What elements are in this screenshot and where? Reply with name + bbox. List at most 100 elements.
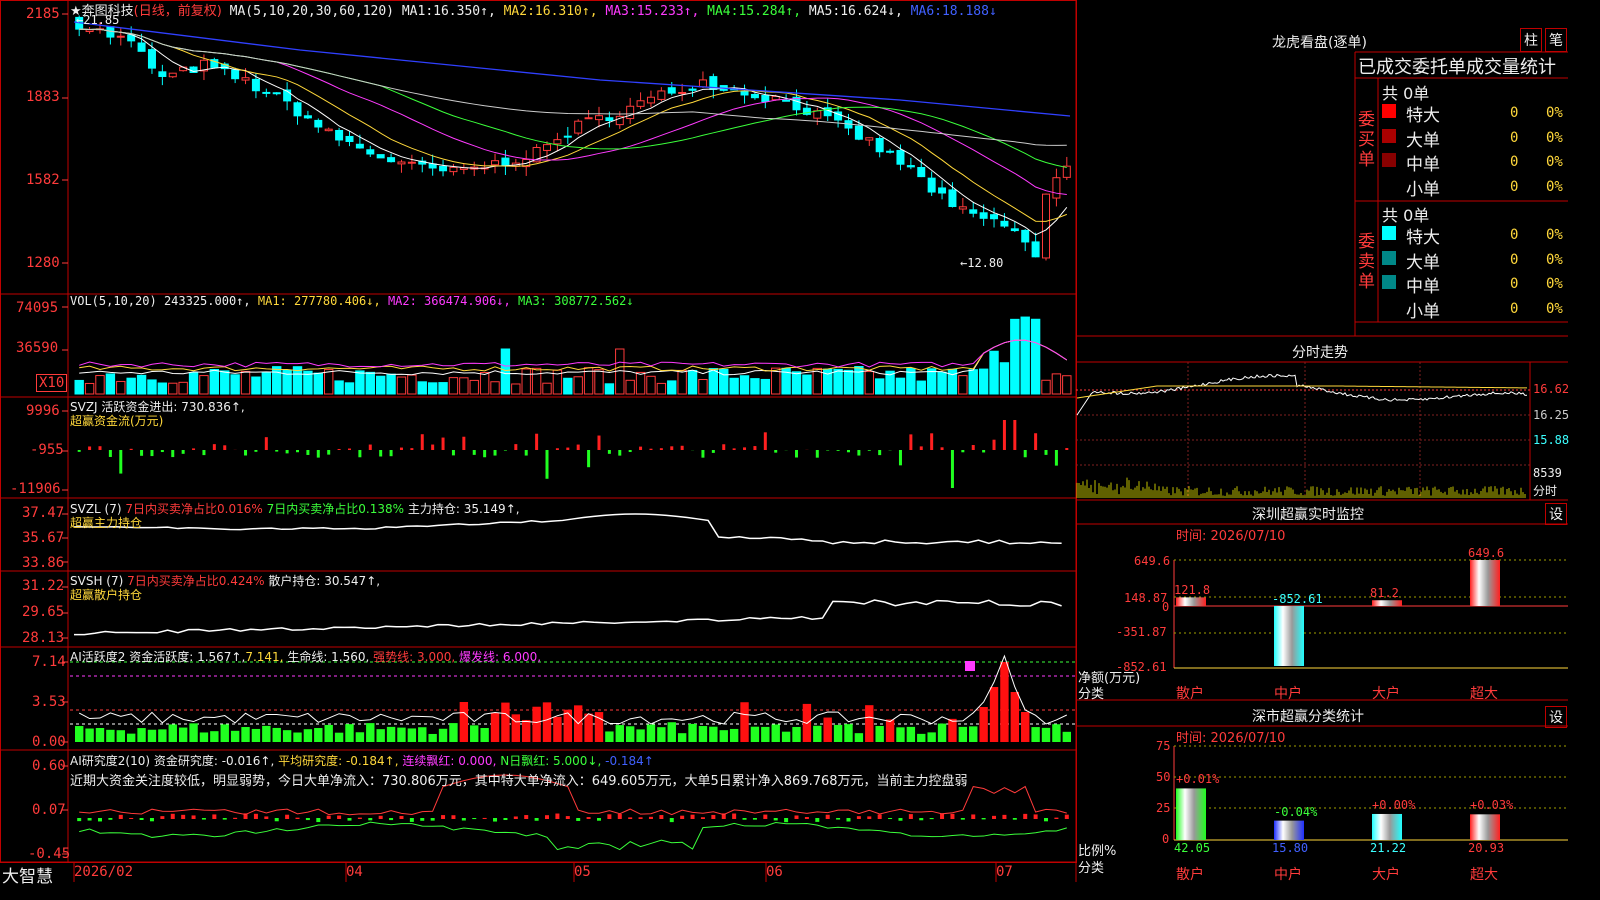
ai1-bar-55	[646, 724, 656, 742]
candle-body-85	[958, 206, 967, 210]
cls-cat-2: 大户	[1372, 867, 1400, 883]
buy-row-1-pct: 0%	[1546, 129, 1563, 146]
vol-bar-76	[864, 371, 874, 395]
ai2-bar-21	[295, 817, 300, 819]
cls-val-1: 15.80	[1272, 841, 1309, 855]
ai2-bar-87	[981, 818, 986, 820]
svzj-bar-13	[212, 444, 216, 450]
sell-side-label: 委卖单	[1358, 232, 1375, 292]
ai2-bar-23	[316, 818, 321, 823]
buy-row-1-swatch	[1382, 128, 1396, 143]
ma-line-4	[79, 28, 1067, 169]
ai1-label: AI活跃度2	[70, 650, 126, 664]
svzj-bar-63	[732, 448, 736, 450]
ai1-bar-15	[230, 730, 240, 742]
ai1-bar-33	[418, 727, 427, 742]
ai2-bar-30	[389, 818, 394, 821]
vol-bar-17	[251, 376, 261, 395]
candle-body-68	[782, 99, 791, 102]
ai2-bar-73	[836, 818, 841, 820]
ai1-bar-3	[106, 729, 115, 742]
ai2-bar-86	[971, 814, 976, 819]
mon-bar-1	[1274, 606, 1304, 666]
ai2-bar-63	[732, 813, 737, 819]
candle-body-89	[1000, 220, 1009, 227]
ai1-header: AI活跃度2 资金活跃度: 1.567↑,7.141, 生命线: 1.560, …	[70, 648, 541, 665]
chart-canvas	[0, 0, 1568, 882]
ai1-bar-22	[303, 729, 313, 742]
ai1-bar-67	[771, 724, 780, 742]
ai2-bar-0	[77, 818, 82, 822]
vol-bar-64	[739, 375, 750, 395]
buy-row-0-count: 0	[1510, 105, 1519, 121]
vol-bar-15	[230, 374, 240, 395]
ai1-bar-18	[262, 725, 271, 742]
fs-unit: 分时	[1533, 484, 1558, 498]
candle-body-83	[938, 187, 947, 194]
mon-xlabel: 分类	[1078, 687, 1105, 702]
ai1-bar-4	[116, 730, 125, 742]
ai1-bar-12	[199, 732, 209, 742]
candle-body-57	[667, 87, 676, 94]
cls-val-2: 21.22	[1370, 841, 1407, 855]
vol-bar-51	[604, 383, 615, 395]
cls-settings-button[interactable]: 设	[1545, 706, 1567, 728]
ma2-val: 16.310↑,	[534, 4, 598, 19]
ai1-bar-13	[210, 731, 219, 742]
ai2-a: 资金研究度: -0.016↑,	[153, 754, 275, 768]
tick-mode-button[interactable]: 笔	[1545, 28, 1567, 52]
sell-row-1-count: 0	[1510, 251, 1519, 268]
cls-tick-2: 25	[1156, 801, 1171, 815]
ai2-bar-80	[908, 814, 913, 819]
svzj-bar-24	[327, 450, 331, 455]
vol-bar-60	[698, 379, 708, 395]
svzj-bar-40	[493, 450, 497, 456]
svzj-bar-25	[337, 448, 341, 450]
ai2-tick-2: -0.45	[28, 846, 71, 862]
ai2-bar-55	[648, 816, 653, 819]
vol-bar-33	[417, 381, 427, 395]
mon-tick-0: 649.6	[1134, 554, 1171, 568]
ai2-bar-39	[482, 817, 487, 819]
svzj-bar-16	[244, 450, 248, 456]
vol-bar-92	[1030, 318, 1041, 395]
svzl-sub: 超赢主力持仓	[70, 516, 143, 530]
ai2-bar-14	[222, 818, 227, 820]
mon-time: 时间: 2026/07/10	[1176, 529, 1286, 544]
svzj-bar-41	[503, 450, 507, 451]
bar-mode-button[interactable]: 柱	[1520, 28, 1542, 52]
buy-side-label: 委买单	[1358, 110, 1375, 170]
ma-line-1	[79, 28, 1068, 236]
candle-body-71	[813, 110, 822, 119]
svzj-bar-85	[961, 450, 965, 453]
ai1-bar-84	[948, 718, 957, 742]
ai2-bar-94	[1054, 817, 1059, 819]
candle-body-26	[345, 135, 354, 143]
ai1-tick-2: 0.00	[32, 734, 66, 750]
candle-body-7	[147, 49, 156, 69]
ai1-bar-17	[251, 728, 261, 742]
svzj-bar-92	[1034, 433, 1038, 450]
ai2-bar-67	[773, 818, 778, 821]
ai1-tick-1: 3.53	[32, 694, 66, 710]
ai2-bar-74	[846, 818, 851, 822]
ai1-bar-35	[438, 728, 448, 742]
svzj-bar-42	[514, 444, 518, 450]
ai1-bar-78	[885, 719, 895, 742]
vol-ma-2	[79, 339, 1068, 372]
svzj-bar-28	[368, 444, 372, 450]
vol-bar-59	[687, 369, 698, 395]
mon-settings-button[interactable]: 设	[1545, 503, 1567, 525]
ai1-bar-19	[272, 727, 281, 742]
ai2-bar-38	[472, 818, 477, 820]
vol-bar-79	[895, 377, 906, 395]
ai1-bar-47	[563, 709, 572, 742]
mon-cat-3: 超大	[1470, 686, 1498, 702]
ai2-bar-42	[513, 816, 518, 819]
ai1-bar-77	[875, 725, 884, 742]
ai2-bar-37	[461, 818, 466, 821]
ai1-bar-34	[428, 733, 437, 742]
svzj-bar-9	[171, 450, 175, 458]
sell-row-2-pct: 0%	[1546, 276, 1563, 292]
vol-bar-47	[563, 377, 573, 395]
